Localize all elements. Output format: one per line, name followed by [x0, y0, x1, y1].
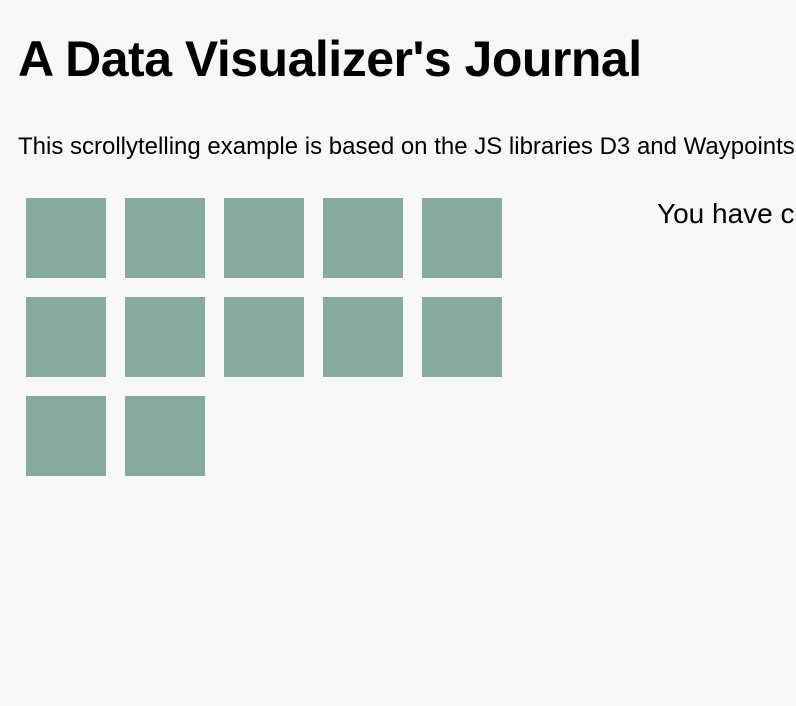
grid-square: [125, 297, 205, 377]
grid-square: [26, 297, 106, 377]
intro-paragraph: This scrollytelling example is based on …: [18, 133, 796, 160]
grid-square: [125, 198, 205, 278]
page-title: A Data Visualizer's Journal: [18, 31, 642, 87]
square-grid-visualization: [26, 198, 506, 478]
grid-square: [26, 396, 106, 476]
grid-square: [323, 297, 403, 377]
grid-square: [422, 297, 502, 377]
grid-square: [26, 198, 106, 278]
grid-square: [224, 198, 304, 278]
grid-square: [422, 198, 502, 278]
grid-square: [125, 396, 205, 476]
grid-square: [323, 198, 403, 278]
grid-square: [224, 297, 304, 377]
scroll-step-text: You have c: [657, 198, 795, 229]
